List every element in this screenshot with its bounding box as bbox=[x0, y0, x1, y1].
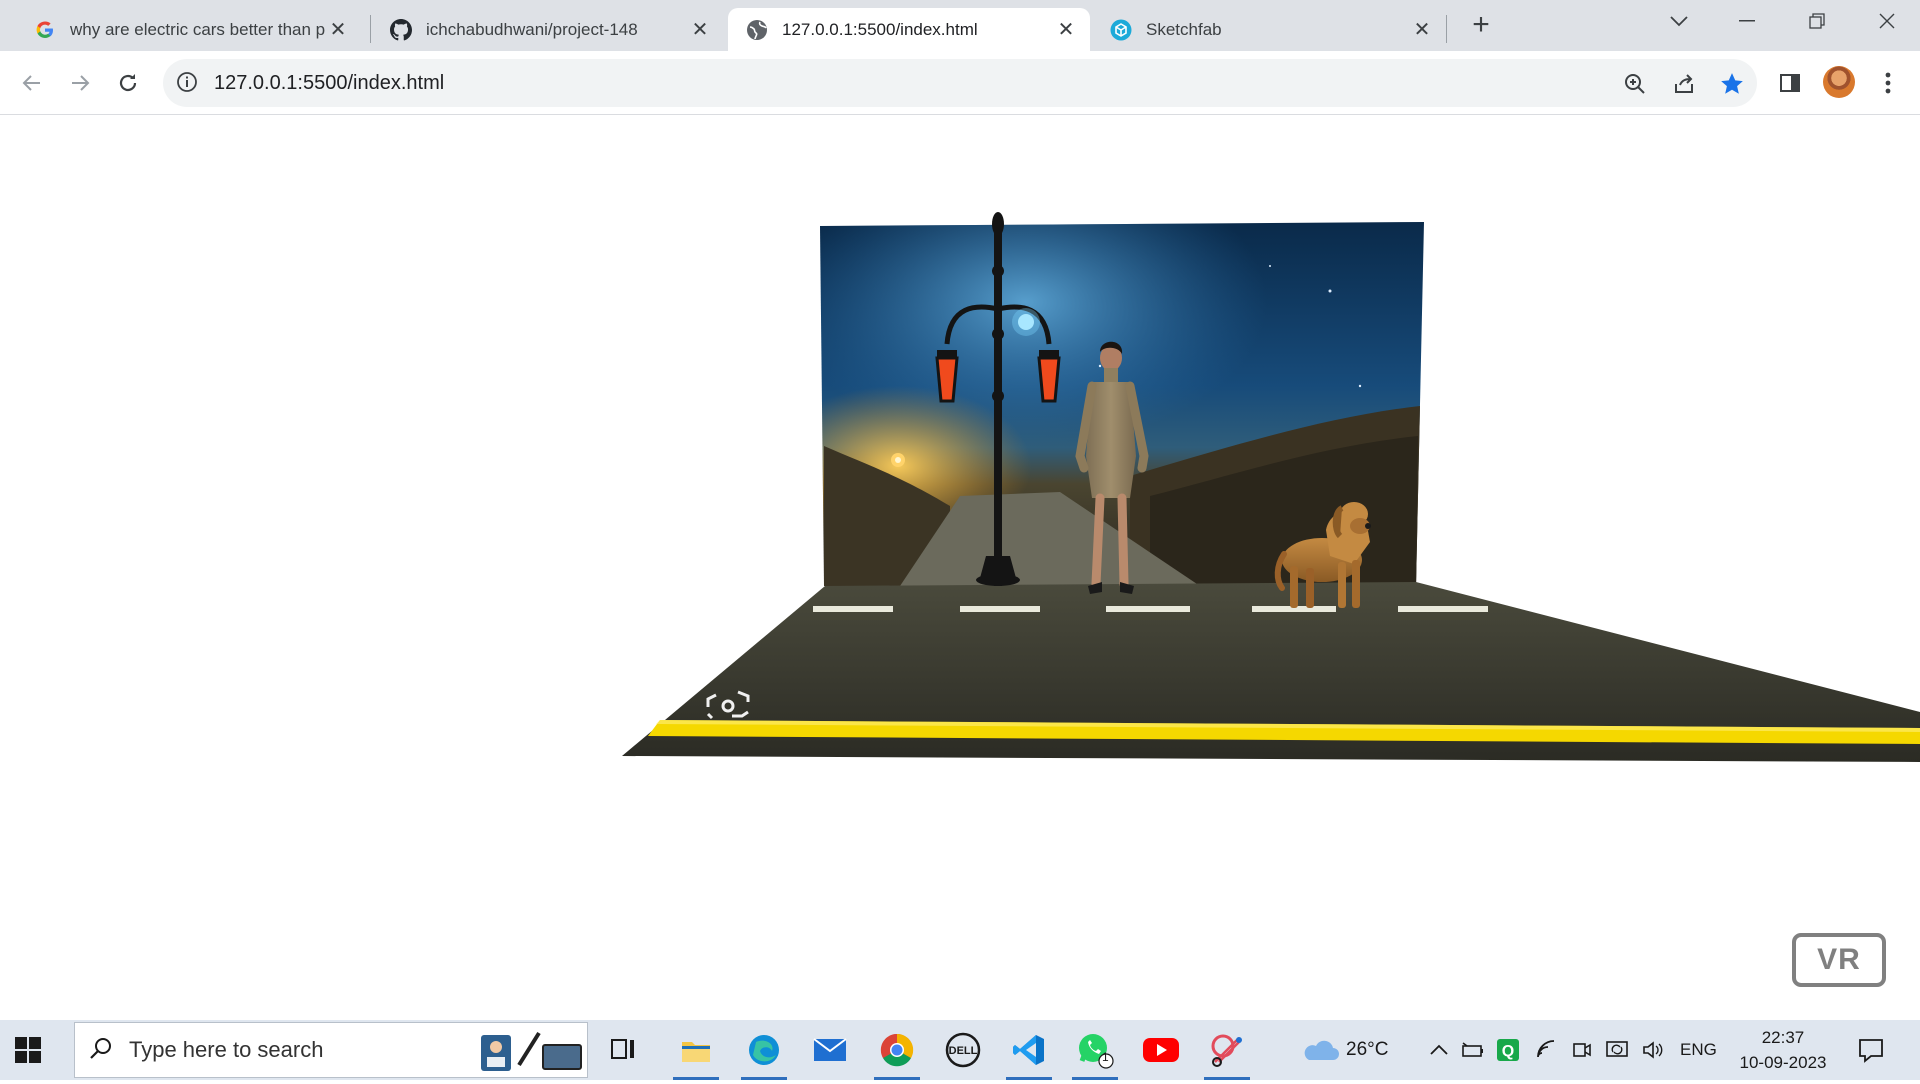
road-plane bbox=[622, 582, 1920, 762]
snipping-tool-icon[interactable] bbox=[1198, 1020, 1256, 1080]
search-highlight-illustration-icon bbox=[475, 1023, 585, 1084]
menu-kebab-icon[interactable] bbox=[1870, 65, 1906, 101]
battery-icon[interactable] bbox=[1461, 1038, 1485, 1062]
svg-text:Q: Q bbox=[1502, 1043, 1514, 1060]
q-app-icon[interactable]: Q bbox=[1496, 1038, 1520, 1062]
windows-start-icon[interactable] bbox=[14, 1036, 42, 1064]
minimize-button[interactable] bbox=[1712, 0, 1782, 42]
weather-temperature[interactable]: 26°C bbox=[1346, 1039, 1388, 1061]
close-tab-icon[interactable]: ✕ bbox=[1410, 18, 1434, 42]
new-tab-button[interactable]: + bbox=[1466, 8, 1496, 41]
zoom-icon[interactable] bbox=[1622, 71, 1648, 97]
edge-browser-icon[interactable] bbox=[735, 1020, 793, 1080]
globe-icon bbox=[746, 19, 768, 41]
tab-github[interactable]: ichchabudhwani/project-148 ✕ bbox=[372, 8, 724, 51]
whatsapp-badge: 1 bbox=[1102, 1050, 1109, 1064]
tab-strip: why are electric cars better than p ✕ ic… bbox=[0, 0, 1920, 51]
search-placeholder: Type here to search bbox=[129, 1037, 324, 1062]
url-text[interactable]: 127.0.0.1:5500/index.html bbox=[214, 72, 444, 95]
bookmark-star-icon[interactable] bbox=[1719, 71, 1745, 97]
tab-localhost[interactable]: 127.0.0.1:5500/index.html ✕ bbox=[728, 8, 1090, 51]
taskbar-search-box[interactable]: Type here to search bbox=[74, 1022, 588, 1078]
info-icon[interactable] bbox=[176, 71, 200, 95]
close-tab-icon[interactable]: ✕ bbox=[326, 18, 350, 42]
side-panel-icon[interactable] bbox=[1772, 65, 1808, 101]
close-window-button[interactable] bbox=[1852, 0, 1920, 42]
volume-icon[interactable] bbox=[1641, 1038, 1665, 1062]
tab-title: Sketchfab bbox=[1146, 19, 1222, 39]
reload-button[interactable] bbox=[110, 65, 146, 101]
clock-date: 10-09-2023 bbox=[1739, 1053, 1827, 1072]
close-tab-icon[interactable]: ✕ bbox=[688, 18, 712, 42]
notification-center-icon[interactable] bbox=[1857, 1036, 1885, 1064]
tab-title: why are electric cars better than p bbox=[70, 19, 326, 39]
google-icon bbox=[34, 19, 56, 41]
tab-title: ichchabudhwani/project-148 bbox=[426, 19, 638, 39]
youtube-icon[interactable] bbox=[1132, 1020, 1190, 1080]
sync-display-icon[interactable] bbox=[1605, 1038, 1629, 1062]
show-hidden-icons-chevron-icon[interactable] bbox=[1427, 1038, 1451, 1062]
tab-separator bbox=[1446, 15, 1447, 43]
whatsapp-icon[interactable]: 1 bbox=[1066, 1020, 1124, 1080]
mail-icon[interactable] bbox=[801, 1020, 859, 1080]
meet-now-icon[interactable] bbox=[1570, 1038, 1594, 1062]
vscode-icon[interactable] bbox=[1000, 1020, 1058, 1080]
dell-icon[interactable]: DELL bbox=[934, 1020, 992, 1080]
address-bar[interactable]: 127.0.0.1:5500/index.html bbox=[163, 59, 1757, 107]
share-icon[interactable] bbox=[1671, 71, 1697, 97]
github-icon bbox=[390, 18, 412, 41]
restore-button[interactable] bbox=[1782, 0, 1852, 42]
weather-cloud-icon[interactable] bbox=[1300, 1038, 1340, 1062]
profile-avatar[interactable] bbox=[1823, 66, 1855, 98]
file-explorer-icon[interactable] bbox=[667, 1020, 725, 1080]
windows-taskbar: Type here to search DELL 1 26°C Q ENG 22… bbox=[0, 1020, 1920, 1080]
wifi-icon[interactable] bbox=[1535, 1038, 1559, 1062]
clock-time: 22:37 bbox=[1761, 1028, 1805, 1047]
language-indicator[interactable]: ENG bbox=[1680, 1040, 1717, 1060]
browser-toolbar: 127.0.0.1:5500/index.html bbox=[0, 51, 1920, 115]
tab-google-search[interactable]: why are electric cars better than p ✕ bbox=[16, 8, 362, 51]
tab-separator bbox=[370, 15, 371, 43]
tab-sketchfab[interactable]: Sketchfab ✕ bbox=[1092, 8, 1446, 51]
vr-mode-button[interactable]: VR bbox=[1792, 933, 1886, 987]
task-view-icon[interactable] bbox=[594, 1020, 652, 1080]
system-clock[interactable]: 22:37 10-09-2023 bbox=[1735, 1025, 1831, 1075]
tab-search-dropdown-icon[interactable] bbox=[1644, 0, 1714, 42]
chrome-icon[interactable] bbox=[868, 1020, 926, 1080]
back-button[interactable] bbox=[14, 65, 50, 101]
aframe-scene-canvas[interactable] bbox=[0, 116, 1920, 1020]
close-tab-icon[interactable]: ✕ bbox=[1054, 18, 1078, 42]
search-icon bbox=[89, 1036, 113, 1065]
page-viewport: VR bbox=[0, 116, 1920, 1020]
tab-title: 127.0.0.1:5500/index.html bbox=[782, 19, 978, 39]
svg-text:DELL: DELL bbox=[949, 1045, 978, 1057]
sketchfab-icon bbox=[1110, 19, 1132, 41]
forward-button[interactable] bbox=[62, 65, 98, 101]
